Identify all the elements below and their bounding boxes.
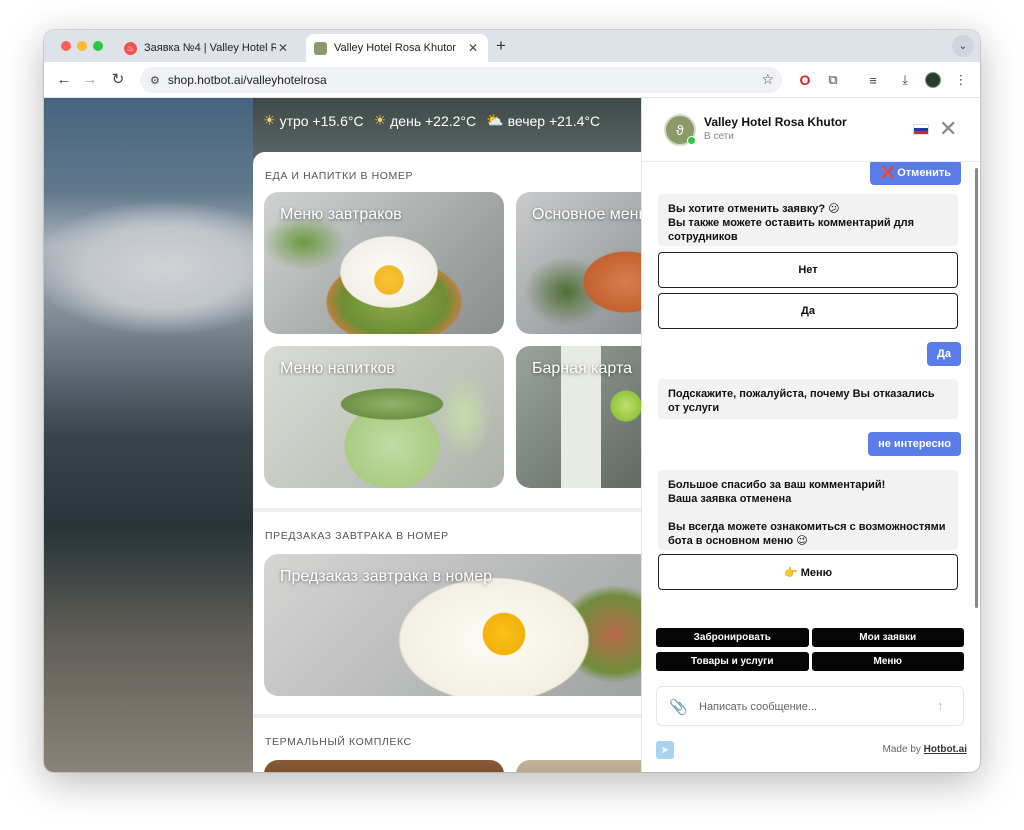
web-page: ☀ утро +15.6°C ☀ день +22.2°C ⛅ вечер +2… <box>44 98 980 772</box>
book-button[interactable]: Забронировать <box>656 628 809 647</box>
address-bar[interactable]: ⚙ shop.hotbot.ai/valleyhotelrosa ☆ <box>140 67 782 93</box>
bot-message: Подскажите, пожалуйста, почему Вы отказа… <box>658 379 958 419</box>
chat-footer: ➤ Made by Hotbot.ai <box>642 738 980 762</box>
more-menu-icon[interactable]: ⋮ <box>952 71 970 89</box>
tab-strip: ♨ Заявка №4 | Valley Hotel Ros ✕ Valley … <box>44 30 980 62</box>
chat-header: ϑ Valley Hotel Rosa Khutor В сети ✕ <box>642 98 980 162</box>
card-thermal-1[interactable] <box>264 760 504 772</box>
card-drinks-menu[interactable]: Меню напитков <box>264 346 504 488</box>
close-chat-icon[interactable]: ✕ <box>939 116 957 142</box>
tab-search-icon[interactable]: ⌄ <box>952 35 974 57</box>
card-bar-menu[interactable]: Барная карта <box>516 346 653 488</box>
close-window-button[interactable] <box>61 41 71 51</box>
minimize-window-button[interactable] <box>77 41 87 51</box>
tab-title: Заявка №4 | Valley Hotel Ros <box>144 42 276 54</box>
section-divider <box>253 508 653 512</box>
made-by-prefix: Made by <box>882 744 924 755</box>
online-status-icon <box>687 136 696 145</box>
chat-widget: ϑ Valley Hotel Rosa Khutor В сети ✕ ❌ От… <box>641 98 980 772</box>
browser-toolbar: ← → ↻ ⚙ shop.hotbot.ai/valleyhotelrosa ☆… <box>44 62 980 98</box>
profile-avatar-icon[interactable] <box>924 71 942 89</box>
bookmark-star-icon[interactable]: ☆ <box>761 71 774 88</box>
browser-tab-hotel[interactable]: Valley Hotel Rosa Khutor ✕ <box>306 34 488 62</box>
weather-evening-label: вечер +21.4°C <box>507 112 601 129</box>
weather-day-label: день +22.2°C <box>390 112 477 129</box>
hotbot-link[interactable]: Hotbot.ai <box>924 744 967 755</box>
menu-button[interactable]: 👉 Меню <box>658 554 958 590</box>
my-requests-button[interactable]: Мои заявки <box>811 628 964 647</box>
made-by-text: Made by Hotbot.ai <box>883 744 967 755</box>
bot-message: Большое спасибо за ваш комментарий! Ваша… <box>658 470 958 550</box>
section-divider <box>253 714 653 718</box>
card-breakfast-preorder[interactable]: Предзаказ завтрака в номер <box>264 554 653 696</box>
section-title-room-service: ЕДА И НАПИТКИ В НОМЕР <box>265 170 414 182</box>
chat-scrollbar[interactable] <box>975 168 978 608</box>
bot-status: В сети <box>704 131 734 142</box>
card-label: Основное меню <box>532 206 651 223</box>
user-message: не интересно <box>868 432 961 456</box>
reading-list-icon[interactable]: ≡ <box>864 71 882 89</box>
chat-messages[interactable]: ❌ Отменить Вы хотите отменить заявку? 😕 … <box>642 162 980 606</box>
telegram-icon[interactable]: ➤ <box>656 741 674 759</box>
paperclip-icon[interactable]: 📎 <box>669 698 688 716</box>
reload-icon[interactable]: ↻ <box>108 70 128 90</box>
quick-actions-row-2: Товары и услуги Меню <box>656 652 964 671</box>
weather-morning-label: утро +15.6°C <box>279 112 364 129</box>
card-breakfast-menu[interactable]: Меню завтраков <box>264 192 504 334</box>
shop-catalog: ЕДА И НАПИТКИ В НОМЕР Меню завтраков Осн… <box>253 152 653 772</box>
hotel-favicon-icon <box>314 41 327 55</box>
new-tab-button[interactable]: + <box>496 36 506 56</box>
bot-message: Вы хотите отменить заявку? 😕 Вы также мо… <box>658 194 958 246</box>
extensions-icon[interactable]: ⧉ <box>824 71 842 89</box>
browser-tab-request[interactable]: ♨ Заявка №4 | Valley Hotel Ros ✕ <box>116 34 298 62</box>
quick-actions-row-1: Забронировать Мои заявки <box>656 628 964 647</box>
partly-cloudy-icon: ⛅ <box>486 112 504 128</box>
message-composer: 📎 ↑ <box>656 686 964 726</box>
tab-close-icon[interactable]: ✕ <box>466 41 480 55</box>
send-arrow-icon[interactable]: ↑ <box>937 698 944 713</box>
site-info-icon[interactable]: ⚙ <box>150 74 160 87</box>
weather-evening: ⛅ вечер +21.4°C <box>486 112 600 129</box>
ru-flag-icon[interactable] <box>913 124 929 135</box>
tab-close-icon[interactable]: ✕ <box>276 41 290 55</box>
products-services-button[interactable]: Товары и услуги <box>656 652 809 671</box>
message-input[interactable] <box>699 697 919 717</box>
weather-morning: ☀ утро +15.6°C <box>263 112 364 129</box>
fire-favicon-icon: ♨ <box>124 41 137 55</box>
downloads-icon[interactable]: ⤓ <box>896 71 914 89</box>
weather-day: ☀ день +22.2°C <box>374 112 477 129</box>
card-thermal-2[interactable] <box>516 760 653 772</box>
back-arrow-icon[interactable]: ← <box>54 70 74 90</box>
menu-quick-button[interactable]: Меню <box>811 652 964 671</box>
card-label: Барная карта <box>532 360 632 377</box>
yes-button[interactable]: Да <box>658 293 958 329</box>
maximize-window-button[interactable] <box>93 41 103 51</box>
bot-name: Valley Hotel Rosa Khutor <box>704 115 847 129</box>
user-message: ❌ Отменить <box>870 162 961 185</box>
card-label: Меню завтраков <box>280 206 402 223</box>
user-message: Да <box>927 342 961 366</box>
section-title-breakfast-preorder: ПРЕДЗАКАЗ ЗАВТРАКА В НОМЕР <box>265 530 449 542</box>
url-text: shop.hotbot.ai/valleyhotelrosa <box>167 73 327 87</box>
tab-title: Valley Hotel Rosa Khutor <box>334 42 457 54</box>
section-title-thermal: ТЕРМАЛЬНЫЙ КОМПЛЕКС <box>265 736 412 748</box>
forward-arrow-icon[interactable]: → <box>80 70 100 90</box>
card-main-menu[interactable]: Основное меню <box>516 192 653 334</box>
sun-icon: ☀ <box>263 112 276 128</box>
opera-icon[interactable]: O <box>796 71 814 89</box>
browser-window: ♨ Заявка №4 | Valley Hotel Ros ✕ Valley … <box>44 30 980 772</box>
no-button[interactable]: Нет <box>658 252 958 288</box>
card-label: Предзаказ завтрака в номер <box>280 568 493 585</box>
card-label: Меню напитков <box>280 360 395 377</box>
weather-forecast: ☀ утро +15.6°C ☀ день +22.2°C ⛅ вечер +2… <box>263 112 600 129</box>
sun-icon: ☀ <box>373 112 387 128</box>
